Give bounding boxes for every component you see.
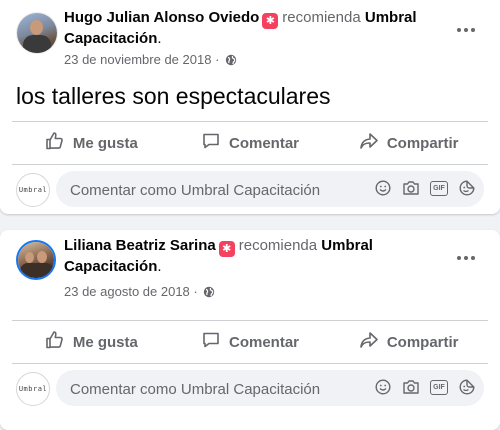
- author-avatar[interactable]: [16, 240, 56, 280]
- recommends-label: recomienda: [238, 237, 318, 254]
- post-meta: Hugo Julian Alonso Oviedo ✱ recomienda Umb…: [64, 9, 417, 47]
- comment-tools: GIF: [374, 378, 476, 396]
- sticker-icon[interactable]: [458, 378, 476, 396]
- post-card: Hugo Julian Alonso Oviedo ✱ recomienda Umb…: [0, 0, 500, 214]
- comment-icon: [201, 330, 229, 354]
- share-label: Compartir: [386, 134, 459, 152]
- comment-composer: Umbral GIF: [16, 370, 484, 408]
- comment-button[interactable]: Comentar: [171, 321, 330, 363]
- comment-composer: Umbral GIF: [16, 171, 484, 209]
- like-button[interactable]: Me gusta: [12, 321, 171, 363]
- like-label: Me gusta: [72, 333, 138, 351]
- post-date-line: 23 de agosto de 2018 ·: [64, 284, 215, 301]
- sticker-icon[interactable]: [458, 179, 476, 197]
- comment-label: Comentar: [229, 333, 300, 351]
- author-avatar[interactable]: [16, 12, 58, 54]
- commenter-avatar[interactable]: Umbral: [16, 372, 50, 406]
- comment-box: GIF: [56, 171, 484, 209]
- comment-box: GIF: [56, 370, 484, 408]
- share-button[interactable]: Compartir: [329, 122, 488, 164]
- gif-icon[interactable]: GIF: [430, 179, 448, 197]
- post-actions: Me gusta Comentar Compartir: [12, 121, 488, 165]
- gif-icon[interactable]: GIF: [430, 378, 448, 396]
- like-icon: [45, 330, 73, 354]
- more-options-icon[interactable]: [448, 12, 484, 48]
- author-name[interactable]: Hugo Julian Alonso Oviedo: [64, 9, 259, 26]
- post-text: los talleres son espectaculares: [16, 83, 331, 109]
- comment-tools: GIF: [374, 179, 476, 197]
- post-meta: Liliana Beatriz Sarina ✱ recomienda Umbral…: [64, 237, 373, 275]
- emoji-icon[interactable]: [374, 378, 392, 396]
- like-icon: [45, 131, 73, 155]
- share-icon: [359, 330, 387, 354]
- share-button[interactable]: Compartir: [329, 321, 488, 363]
- share-label: Compartir: [386, 333, 459, 351]
- comment-input[interactable]: [68, 171, 372, 209]
- comment-button[interactable]: Comentar: [171, 122, 330, 164]
- emoji-icon[interactable]: [374, 179, 392, 197]
- like-button[interactable]: Me gusta: [12, 122, 171, 164]
- comment-input[interactable]: [68, 370, 372, 408]
- recommends-label: recomienda: [282, 9, 361, 26]
- camera-icon[interactable]: [402, 378, 420, 396]
- comment-icon: [201, 131, 229, 155]
- camera-icon[interactable]: [402, 179, 420, 197]
- post-date[interactable]: 23 de noviembre de 2018: [64, 52, 211, 67]
- commenter-avatar[interactable]: Umbral: [16, 173, 50, 207]
- recommend-icon: ✱: [218, 241, 235, 257]
- comment-label: Comentar: [229, 134, 300, 152]
- author-name[interactable]: Liliana Beatriz Sarina: [64, 237, 216, 254]
- share-icon: [359, 131, 387, 155]
- post-card: Liliana Beatriz Sarina ✱ recomienda Umbral…: [0, 230, 500, 430]
- like-label: Me gusta: [72, 134, 138, 152]
- globe-icon: [203, 286, 215, 301]
- globe-icon: [225, 54, 237, 69]
- recommend-icon: ✱: [262, 13, 279, 29]
- post-date[interactable]: 23 de agosto de 2018: [64, 284, 190, 299]
- more-options-icon[interactable]: [448, 240, 484, 276]
- post-actions: Me gusta Comentar Compartir: [12, 320, 488, 364]
- post-date-line: 23 de noviembre de 2018 ·: [64, 52, 237, 69]
